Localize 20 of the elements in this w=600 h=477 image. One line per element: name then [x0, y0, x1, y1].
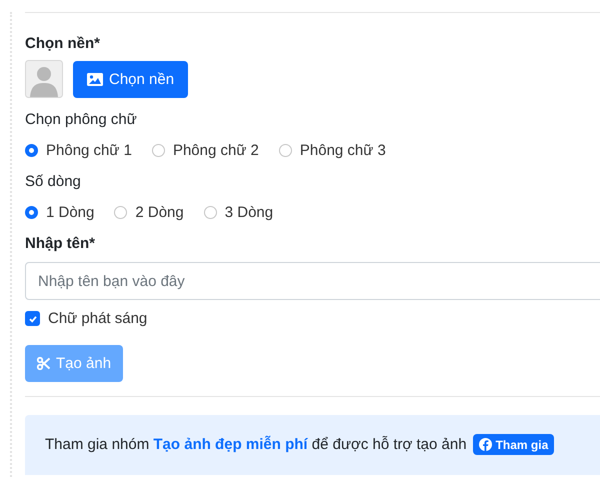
- radio-option[interactable]: Phông chữ 1: [25, 140, 132, 160]
- field-label: Chọn nền*: [25, 35, 101, 52]
- checkmark-icon: [28, 314, 38, 324]
- radio-option[interactable]: 3 Dòng: [204, 202, 274, 222]
- image-icon: [87, 72, 103, 86]
- choose-background-button[interactable]: Chọn nền: [73, 60, 188, 98]
- radio-option[interactable]: Phông chữ 2: [152, 140, 259, 160]
- field-label: Số dòng: [25, 172, 82, 192]
- facebook-icon: [478, 438, 492, 451]
- radio-option[interactable]: Phông chữ 3: [278, 140, 386, 160]
- field-label: Nhập tên*: [25, 234, 96, 254]
- scissors-icon: [37, 356, 50, 370]
- field-label: Chọn phông chữ: [25, 110, 138, 130]
- radio-option[interactable]: 1 Dòng: [25, 202, 94, 222]
- join-button[interactable]: Tham gia: [472, 434, 554, 455]
- name-input-field[interactable]: Nhập tên bạn vào đây: [25, 262, 600, 300]
- radio-option[interactable]: 2 Dòng: [114, 202, 184, 222]
- notice-text: Tham gia nhóm Tạo ảnh đẹp miễn phí để được hỗ trợ tạo ảnh: [45, 436, 467, 453]
- glow-checkbox[interactable]: Chữ phát sáng: [25, 310, 148, 327]
- avatar-icon: [25, 60, 63, 98]
